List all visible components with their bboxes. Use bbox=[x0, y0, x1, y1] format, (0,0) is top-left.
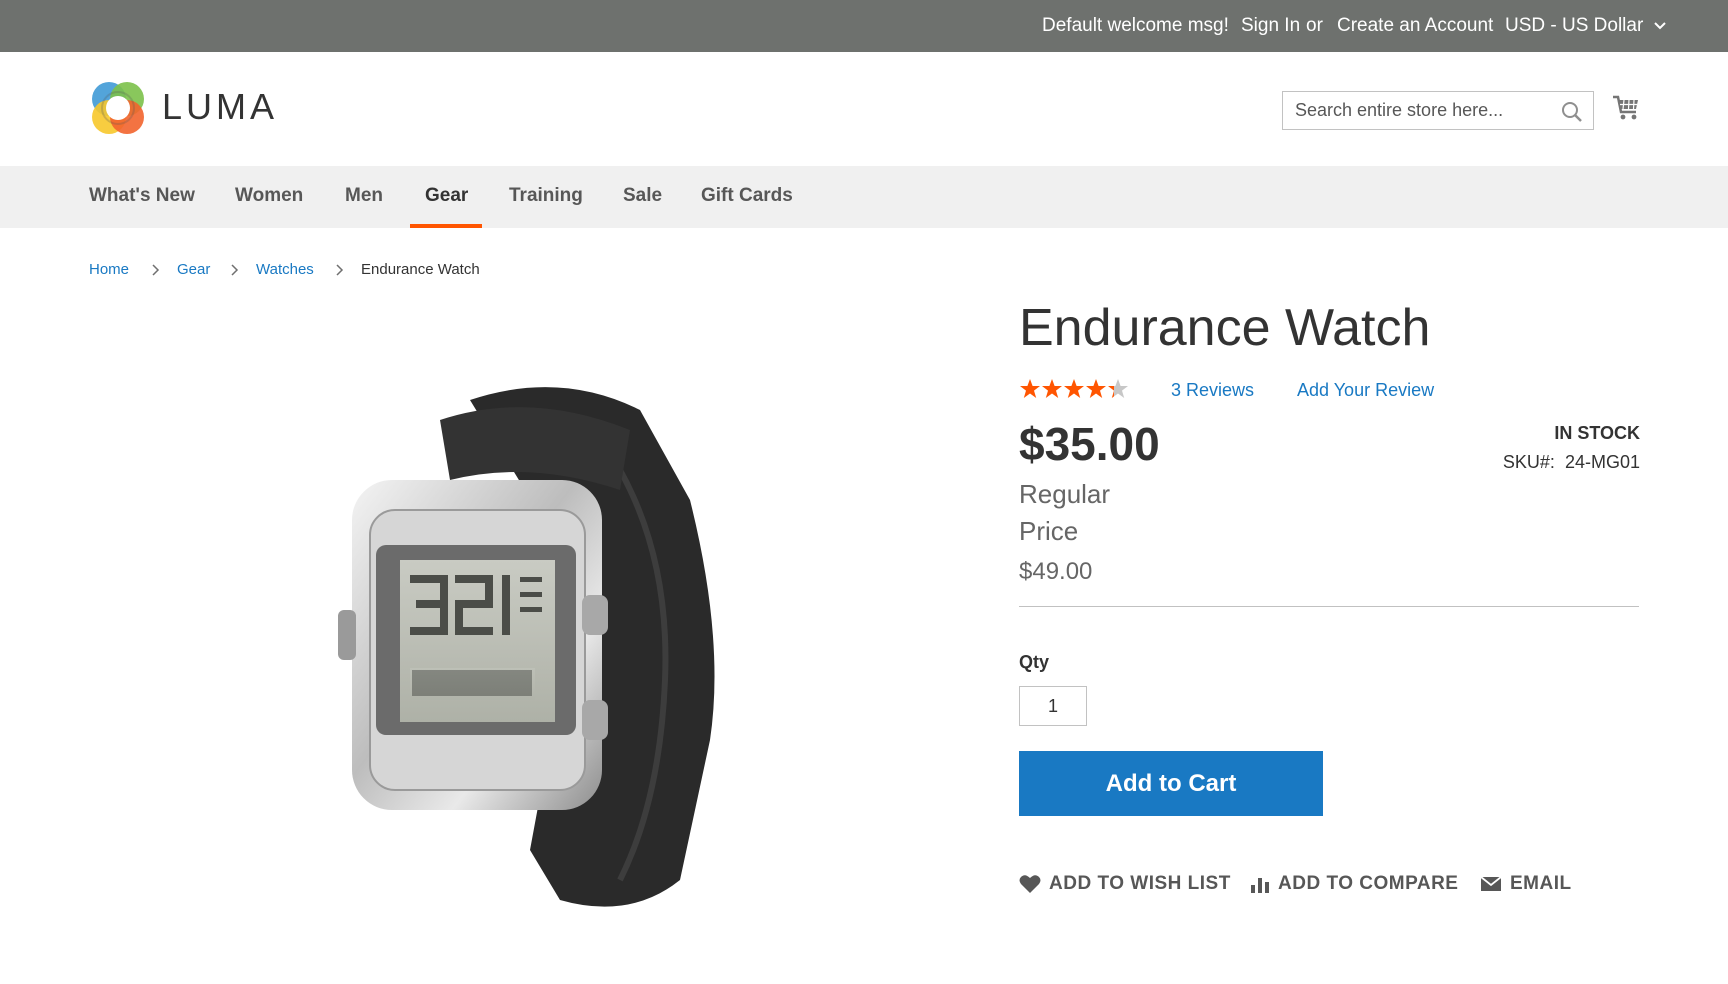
breadcrumb-gear[interactable]: Gear bbox=[177, 260, 210, 280]
star-icon bbox=[1064, 379, 1084, 398]
add-to-cart-button[interactable]: Add to Cart bbox=[1019, 751, 1323, 816]
nav-item-men[interactable]: Men bbox=[345, 166, 383, 228]
compare-bars-icon bbox=[1251, 878, 1269, 893]
nav-item-women[interactable]: Women bbox=[235, 166, 303, 228]
regular-price: $49.00 bbox=[1019, 558, 1093, 585]
header-panel: Default welcome msg! Sign In or Create a… bbox=[0, 0, 1728, 52]
envelope-icon bbox=[1480, 876, 1502, 891]
breadcrumb-home[interactable]: Home bbox=[89, 260, 129, 280]
product-image[interactable] bbox=[330, 380, 740, 920]
nav-item-gear[interactable]: Gear bbox=[425, 166, 468, 228]
email-label: EMAIL bbox=[1510, 873, 1572, 894]
sku: SKU#: 24-MG01 bbox=[1440, 450, 1640, 474]
chevron-right-icon bbox=[152, 264, 160, 276]
stock-status: IN STOCK bbox=[1554, 423, 1640, 443]
final-price: $35.00 bbox=[1019, 418, 1160, 470]
currency-label: USD - US Dollar bbox=[1505, 15, 1644, 36]
shopping-cart-icon[interactable] bbox=[1612, 94, 1640, 122]
nav-item-gift-cards[interactable]: Gift Cards bbox=[701, 166, 793, 228]
welcome-message: Default welcome msg! bbox=[1042, 15, 1229, 36]
add-to-compare-link[interactable]: ADD TO COMPARE bbox=[1250, 872, 1458, 896]
chevron-down-icon bbox=[1653, 22, 1666, 30]
rating-stars bbox=[1019, 378, 1129, 402]
nav-item-whats-new[interactable]: What's New bbox=[89, 166, 195, 228]
breadcrumb-watches[interactable]: Watches bbox=[256, 260, 314, 280]
divider bbox=[1019, 606, 1639, 607]
heart-icon bbox=[1019, 875, 1041, 893]
logo-text: LUMA bbox=[162, 86, 279, 127]
nav-item-training[interactable]: Training bbox=[509, 166, 583, 228]
main-navigation: What's New Women Men Gear Training Sale … bbox=[0, 166, 1728, 228]
star-icon bbox=[1108, 379, 1128, 398]
regular-price-label: Regular Price bbox=[1019, 479, 1111, 546]
search-input[interactable] bbox=[1283, 92, 1577, 129]
qty-input[interactable] bbox=[1019, 686, 1087, 726]
star-icon bbox=[1020, 379, 1040, 398]
qty-label: Qty bbox=[1019, 652, 1050, 672]
star-icon bbox=[1042, 379, 1062, 398]
chevron-right-icon bbox=[336, 264, 344, 276]
breadcrumb-current: Endurance Watch bbox=[361, 261, 480, 278]
nav-active-indicator bbox=[410, 224, 482, 228]
add-review-link[interactable]: Add Your Review bbox=[1297, 378, 1434, 402]
luma-logo-icon bbox=[92, 82, 144, 134]
reviews-link[interactable]: 3 Reviews bbox=[1171, 378, 1254, 402]
reviews-label: Reviews bbox=[1186, 380, 1255, 400]
wishlist-label: ADD TO WISH LIST bbox=[1049, 873, 1231, 894]
chevron-right-icon bbox=[231, 264, 239, 276]
sku-label: SKU#: bbox=[1502, 452, 1555, 472]
product-title: Endurance Watch bbox=[1019, 299, 1431, 357]
search-box bbox=[1282, 91, 1594, 130]
add-to-wishlist-link[interactable]: ADD TO WISH LIST bbox=[1019, 872, 1231, 896]
nav-item-sale[interactable]: Sale bbox=[623, 166, 662, 228]
search-icon[interactable] bbox=[1561, 101, 1583, 123]
star-icon bbox=[1086, 379, 1106, 398]
compare-label: ADD TO COMPARE bbox=[1278, 873, 1459, 894]
or-text: or bbox=[1306, 15, 1323, 36]
currency-switcher[interactable]: USD - US Dollar bbox=[1505, 14, 1667, 38]
create-account-link[interactable]: Create an Account bbox=[1337, 14, 1493, 38]
sign-in-link[interactable]: Sign In bbox=[1241, 14, 1300, 38]
sku-value: 24-MG01 bbox=[1564, 452, 1640, 472]
email-link[interactable]: EMAIL bbox=[1480, 872, 1572, 896]
review-count: 3 bbox=[1171, 380, 1182, 400]
